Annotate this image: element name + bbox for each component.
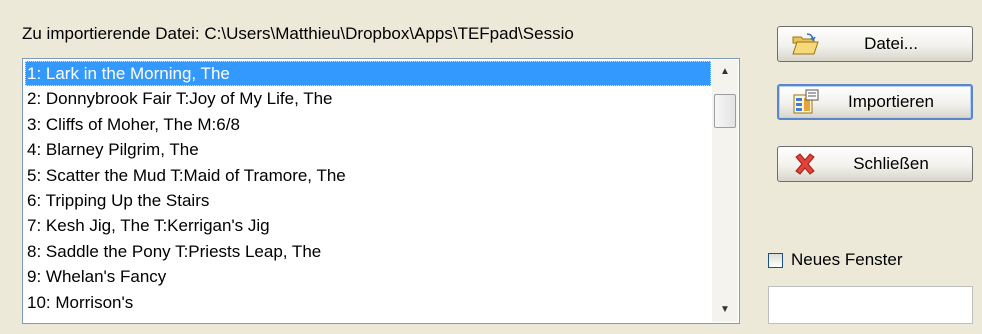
down-arrow-icon: ▼ (720, 304, 730, 315)
file-button[interactable]: Datei... (777, 26, 973, 62)
file-button-label: Datei... (864, 34, 918, 53)
list-item[interactable]: 7: Kesh Jig, The T:Kerrigan's Jig (25, 213, 711, 238)
import-button-label: Importieren (848, 92, 934, 111)
scroll-up-button[interactable]: ▲ (712, 60, 738, 84)
new-window-checkbox[interactable]: Neues Fenster (768, 250, 903, 270)
vertical-scrollbar[interactable]: ▲ ▼ (712, 60, 738, 322)
list-item[interactable]: 9: Whelan's Fancy (25, 264, 711, 289)
list-item[interactable]: 2: Donnybrook Fair T:Joy of My Life, The (25, 86, 711, 111)
list-item[interactable]: 6: Tripping Up the Stairs (25, 188, 711, 213)
red-x-icon (790, 151, 820, 177)
new-window-label: Neues Fenster (791, 250, 903, 269)
file-path-label: Zu importierende Datei: C:\Users\Matthie… (22, 24, 574, 43)
list-item[interactable]: 8: Saddle the Pony T:Priests Leap, The (25, 239, 711, 264)
blank-text-field[interactable] (768, 286, 973, 324)
close-button-label: Schließen (853, 154, 929, 173)
list-item[interactable]: 1: Lark in the Morning, The (25, 61, 711, 87)
checkbox-box[interactable] (768, 252, 783, 268)
list-item[interactable]: 5: Scatter the Mud T:Maid of Tramore, Th… (25, 163, 711, 188)
list-item[interactable]: 3: Cliffs of Moher, The M:6/8 (25, 112, 711, 137)
tune-list: 1: Lark in the Morning, The 2: Donnybrook… (25, 61, 711, 315)
tune-listbox[interactable]: 1: Lark in the Morning, The 2: Donnybrook… (22, 58, 740, 324)
scroll-thumb[interactable] (714, 94, 736, 128)
import-document-icon (791, 89, 821, 115)
list-item[interactable]: 4: Blarney Pilgrim, The (25, 137, 711, 162)
import-button[interactable]: Importieren (777, 84, 973, 120)
close-button[interactable]: Schließen (777, 146, 973, 182)
open-folder-icon (790, 31, 820, 57)
list-item[interactable]: 10: Morrison's (25, 290, 711, 315)
scroll-down-button[interactable]: ▼ (712, 298, 738, 322)
up-arrow-icon: ▲ (720, 66, 730, 77)
